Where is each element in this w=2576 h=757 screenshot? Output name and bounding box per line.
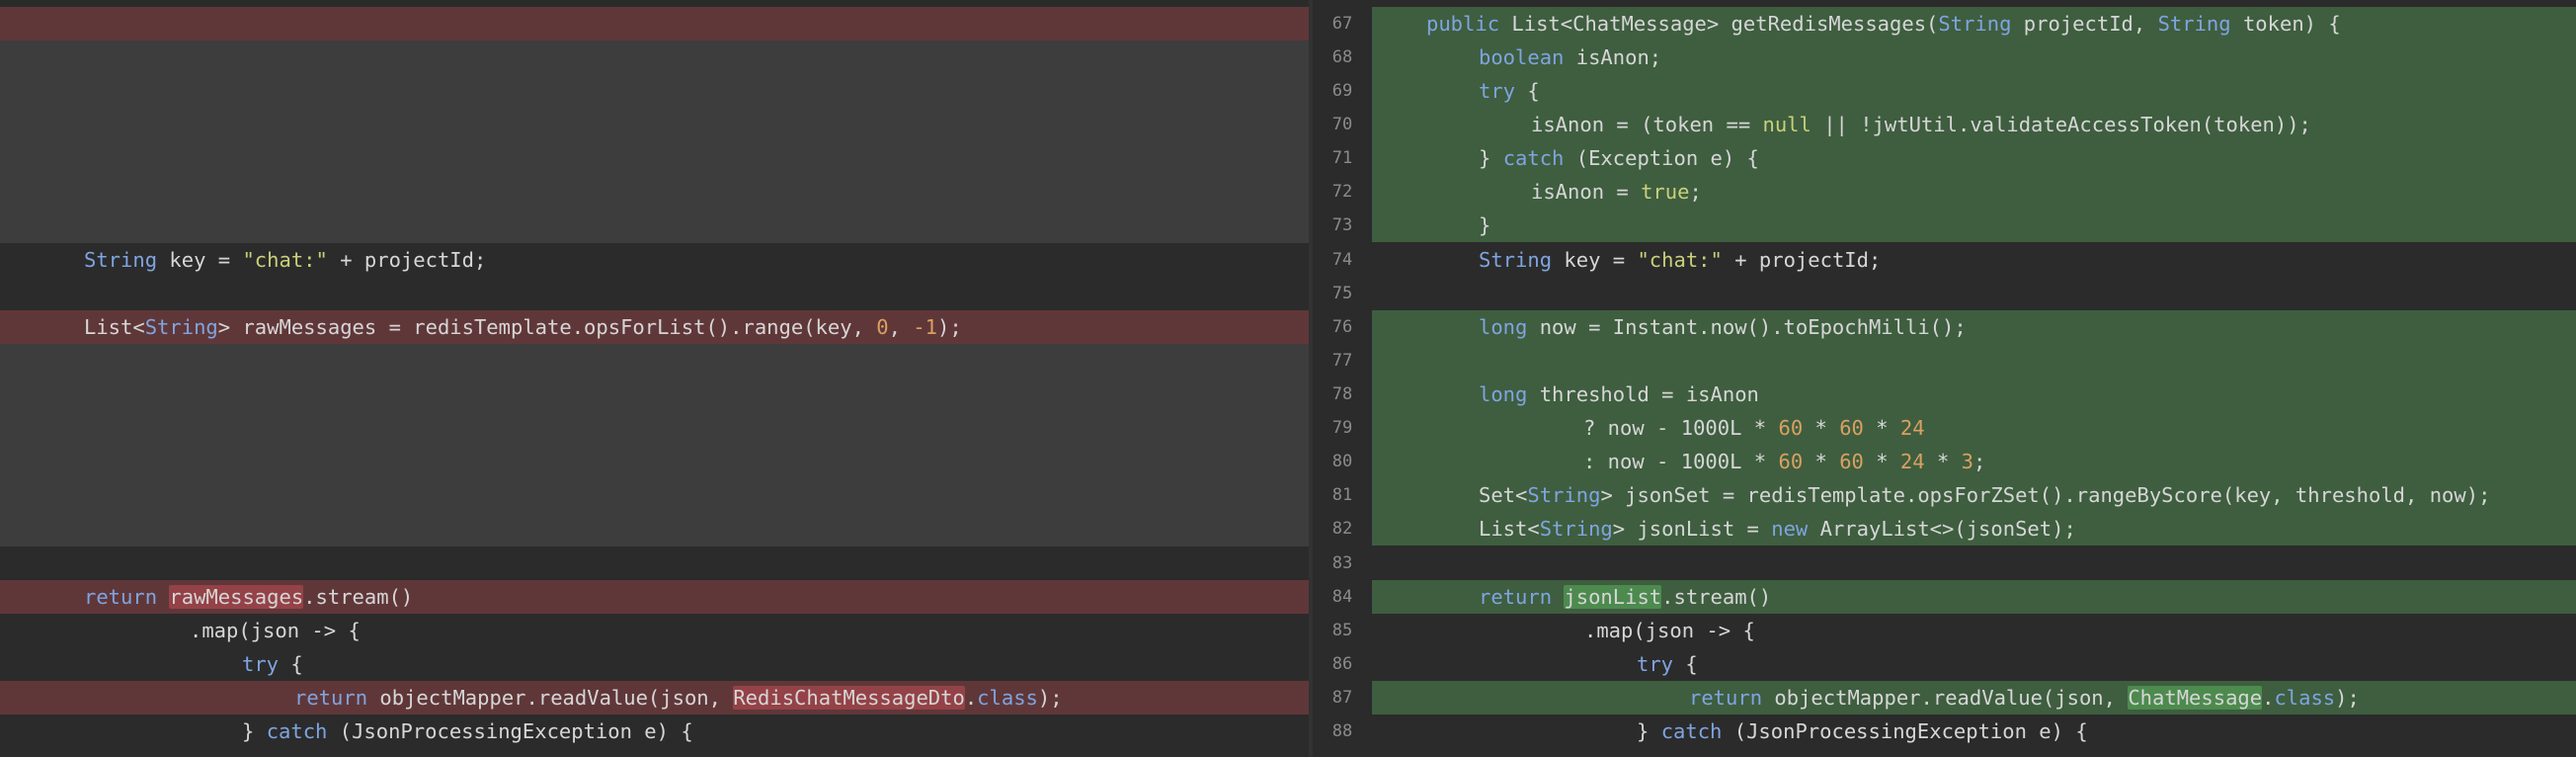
code-line-try: try { (1372, 74, 2576, 108)
line-number: 78 (1331, 384, 1353, 404)
code-line-threshold-3day: : now - 1000L * 60 * 60 * 24 * 3; (1372, 445, 2576, 478)
line-number: 67 (1331, 14, 1353, 34)
code-line-json-list: List<String> jsonList = new ArrayList<>(… (1372, 512, 2576, 546)
code-line-threshold: long threshold = isAnon (1372, 378, 2576, 411)
line-number: 75 (1331, 284, 1353, 303)
line-number: 76 (1331, 317, 1353, 337)
line-number: 80 (1331, 452, 1353, 471)
line-number: 81 (1331, 485, 1353, 505)
line-number: 77 (1331, 351, 1353, 371)
code-line-return: return rawMessages.stream() (0, 580, 1309, 614)
code-line-threshold-day: ? now - 1000L * 60 * 60 * 24 (1372, 411, 2576, 445)
code-line-set-true: isAnon = true; (1372, 175, 2576, 209)
changed-token: RedisChatMessageDto (733, 686, 965, 710)
code-line-assign-anon: isAnon = (token == null || !jwtUtil.vali… (1372, 108, 2576, 141)
line-number: 82 (1331, 519, 1353, 539)
line-number: 86 (1331, 654, 1353, 674)
diff-filler (0, 344, 1309, 547)
right-code-pane[interactable]: public List<ChatMessage> getRedisMessage… (1372, 0, 2576, 757)
changed-token: jsonList (1564, 585, 1662, 609)
changed-token: ChatMessage (2128, 686, 2263, 710)
code-line-now: long now = Instant.now().toEpochMilli(); (1372, 310, 2576, 344)
line-number: 85 (1331, 621, 1353, 640)
diff-filler (0, 41, 1309, 243)
line-number: 83 (1331, 553, 1353, 573)
code-line-key: String key = "chat:" + projectId; (1479, 248, 1882, 272)
code-line-map: .map(json -> { (190, 619, 361, 642)
code-text: .stream() (1661, 585, 1772, 609)
line-number: 73 (1331, 215, 1353, 235)
code-line-is-anon: boolean isAnon; (1372, 41, 2576, 74)
code-line-raw-messages: List<String> rawMessages = redisTemplate… (0, 310, 1309, 344)
code-line-key: String key = "chat:" + projectId; (84, 248, 487, 272)
line-number: 72 (1331, 182, 1353, 202)
line-number: 84 (1331, 587, 1353, 607)
line-number: 79 (1331, 418, 1353, 438)
line-number: 87 (1331, 688, 1353, 708)
line-number: 68 (1331, 47, 1353, 67)
changed-token: rawMessages (169, 585, 304, 609)
line-number: 88 (1331, 721, 1353, 741)
code-line-catch-exception: } catch (Exception e) { (1372, 141, 2576, 175)
diff-viewer: public List<RedisChatMessageDto> getRedi… (0, 0, 2576, 757)
line-number: 70 (1331, 115, 1353, 134)
code-text: objectMapper.readValue(json, (379, 686, 734, 710)
line-number: 71 (1331, 148, 1353, 168)
code-line-map: .map(json -> { (1584, 619, 1755, 642)
code-line-return: return jsonList.stream() (1372, 580, 2576, 614)
left-code-pane[interactable]: public List<RedisChatMessageDto> getRedi… (0, 0, 1309, 757)
code-line-read-value: return objectMapper.readValue(json, Redi… (0, 681, 1309, 715)
code-line-try-inner: try { (1637, 652, 1698, 676)
line-number-gutter: 67 68 69 70 71 72 73 74 75 76 77 78 79 8… (1313, 0, 1372, 757)
code-line-signature: public List<ChatMessage> getRedisMessage… (1372, 7, 2576, 41)
line-number: 74 (1331, 250, 1353, 270)
line-number: 69 (1331, 81, 1353, 101)
code-line-catch: } catch (JsonProcessingException e) { (242, 719, 693, 743)
code-line-json-set: Set<String> jsonSet = redisTemplate.opsF… (1372, 478, 2576, 512)
code-text: .stream() (303, 585, 414, 609)
added-blank-line (1372, 344, 2576, 378)
code-line-signature: public List<RedisChatMessageDto> getRedi… (0, 7, 1309, 69)
code-line-catch: } catch (JsonProcessingException e) { (1637, 719, 2088, 743)
code-line-read-value: return objectMapper.readValue(json, Chat… (1372, 681, 2576, 715)
code-text: objectMapper.readValue(json, (1774, 686, 2129, 710)
code-line-try: try { (242, 652, 303, 676)
code-line-close-brace: } (1372, 209, 2576, 242)
